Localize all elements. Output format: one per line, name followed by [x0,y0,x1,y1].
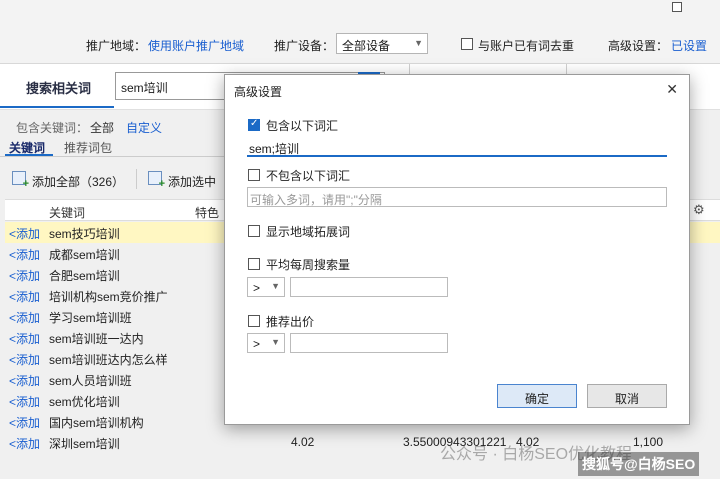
keyword-cell: sem人员培训班 [49,374,132,388]
operator-value: > [253,337,261,351]
device-label: 推广设备： [274,39,335,53]
dialog-title: 高级设置 [234,85,283,99]
add-keyword-link[interactable]: <添加 [9,330,40,347]
weekly-operator-select[interactable]: > ▼ [247,277,285,297]
tab-divider [0,156,230,157]
add-all-button[interactable]: 添加全部（326） [32,173,124,190]
gear-icon[interactable]: ⚙ [693,202,705,218]
operator-value: > [253,281,261,295]
device-select-value: 全部设备 [342,39,391,53]
add-keyword-link[interactable]: <添加 [9,393,40,410]
keyword-cell: 培训机构sem竞价推广 [49,290,168,304]
include-keywords-label: 包含关键词： [16,121,89,135]
keyword-cell: 学习sem培训班 [49,311,132,325]
chevron-down-icon: ▼ [414,38,423,48]
keyword-cell: 合肥sem培训 [49,269,120,283]
weekly-search-checkbox[interactable] [248,258,260,270]
chevron-down-icon: ▼ [271,337,280,347]
top-settings-bar: 推广地域： 使用账户推广地域 推广设备： 全部设备 ▼ 与账户已有词去重 高级设… [0,0,720,64]
recommended-bid-label: 推荐出价 [266,315,315,329]
maximize-icon[interactable] [672,2,682,12]
region-link[interactable]: 使用账户推广地域 [148,37,244,54]
search-title-underline [0,106,114,108]
include-words-checkbox[interactable] [248,118,260,131]
add-keyword-link[interactable]: <添加 [9,414,40,431]
add-keyword-link[interactable]: <添加 [9,246,40,263]
tab-recommended-packages[interactable]: 推荐词包 [64,139,112,156]
advanced-settings-dialog: 高级设置 ✕ 包含以下词汇 sem;培训 不包含以下词汇 可输入多词，请用";"… [224,74,690,425]
add-selected-icon [148,171,165,190]
device-select[interactable]: 全部设备 ▼ [336,33,428,54]
tab-keywords[interactable]: 关键词 [5,139,53,156]
keyword-cell: sem优化培训 [49,395,120,409]
column-header-keyword[interactable]: 关键词 [49,204,85,221]
add-keyword-link[interactable]: <添加 [9,372,40,389]
column-header-feature[interactable]: 特色 [195,204,219,221]
add-keyword-link[interactable]: <添加 [9,435,40,452]
add-all-icon [12,171,29,190]
region-label: 推广地域： [86,39,147,53]
add-keyword-link[interactable]: <添加 [9,351,40,368]
advanced-settings-link[interactable]: 已设置 [671,37,707,54]
include-custom-option[interactable]: 自定义 [126,119,162,136]
exclude-words-label: 不包含以下词汇 [266,169,351,183]
add-selected-button[interactable]: 添加选中 [168,173,216,190]
weekly-search-label: 平均每周搜索量 [266,258,351,272]
include-all-option[interactable]: 全部 [90,119,114,136]
advanced-settings-label: 高级设置： [608,39,669,53]
add-keyword-link[interactable]: <添加 [9,309,40,326]
divider [136,169,137,189]
ok-button[interactable]: 确定 [497,384,577,408]
include-words-label: 包含以下词汇 [266,119,339,133]
metric-cell: 4.02 [291,435,315,449]
region-expand-label: 显示地域拓展词 [266,225,351,239]
close-icon[interactable]: ✕ [666,81,678,98]
metric-cell: 1,100 [633,435,664,449]
keyword-cell: sem培训班达内怎么样 [49,353,168,367]
watermark-badge: 搜狐号@白杨SEO [578,452,700,476]
keyword-cell: sem培训班一达内 [49,332,144,346]
search-related-title: 搜索相关词 [26,81,92,96]
dedupe-checkbox[interactable] [461,38,473,50]
keyword-cell: 国内sem培训机构 [49,416,144,430]
exclude-words-checkbox[interactable] [248,169,260,181]
keyword-cell: 成都sem培训 [49,248,120,262]
recommended-bid-checkbox[interactable] [248,315,260,327]
keyword-cell: 深圳sem培训 [49,437,120,451]
action-row: 添加全部（326） 添加选中 [0,165,230,195]
add-keyword-link[interactable]: <添加 [9,288,40,305]
include-words-input[interactable]: sem;培训 [247,137,667,157]
chevron-down-icon: ▼ [271,281,280,291]
add-keyword-link[interactable]: <添加 [9,225,40,242]
recommended-bid-input[interactable] [290,333,448,353]
add-keyword-link[interactable]: <添加 [9,267,40,284]
region-expand-checkbox[interactable] [248,225,260,237]
weekly-search-input[interactable] [290,277,448,297]
cancel-button[interactable]: 取消 [587,384,667,408]
keyword-cell: sem技巧培训 [49,227,120,241]
dedupe-label: 与账户已有词去重 [478,39,575,53]
bid-operator-select[interactable]: > ▼ [247,333,285,353]
exclude-words-input[interactable]: 可输入多词，请用";"分隔 [247,187,667,207]
